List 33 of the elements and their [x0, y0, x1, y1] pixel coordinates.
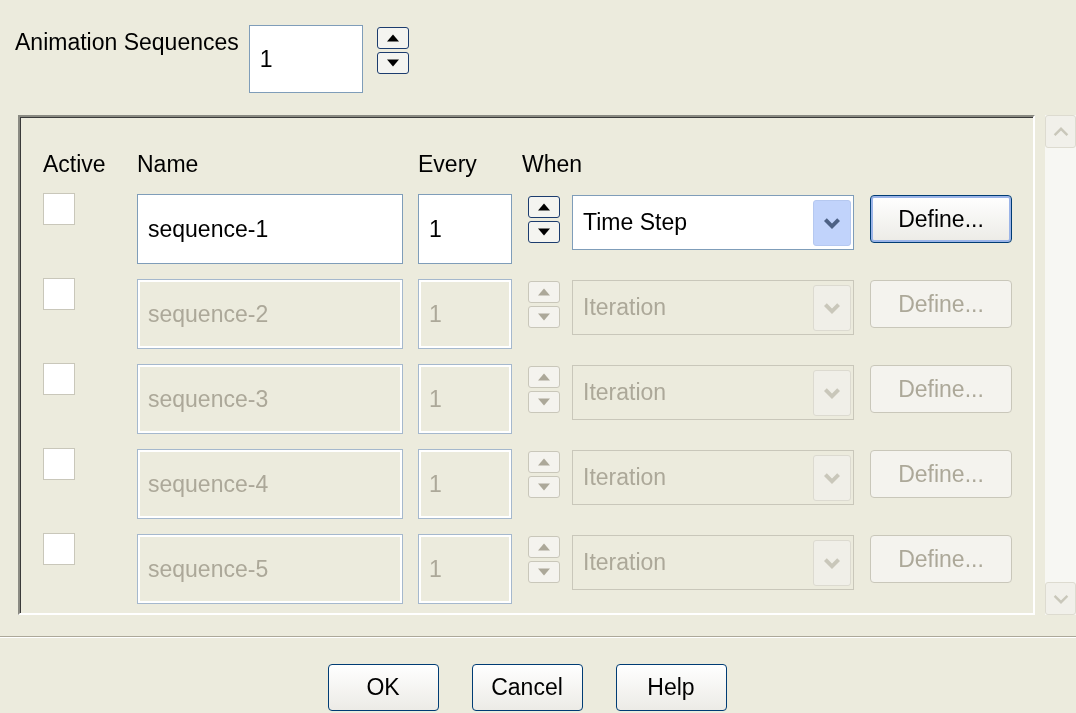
scrollbar[interactable]: [1045, 115, 1076, 615]
column-header: Name: [137, 150, 199, 178]
column-header: When: [522, 150, 583, 178]
spin-up-button[interactable]: [528, 196, 560, 218]
up-triangle-icon: [538, 543, 550, 551]
spin-down-button[interactable]: [376, 52, 409, 74]
name-field[interactable]: sequence-1: [137, 194, 403, 264]
up-triangle-icon: [386, 34, 399, 42]
down-triangle-icon: [538, 313, 550, 321]
when-dropdown[interactable]: Time Step: [572, 195, 854, 250]
scroll-up-icon[interactable]: [1045, 115, 1076, 148]
checkbox[interactable]: [43, 193, 75, 225]
define-button[interactable]: Define...: [870, 195, 1012, 243]
down-triangle-icon: [538, 483, 550, 491]
up-triangle-icon: [538, 203, 550, 211]
every-field[interactable]: 1: [418, 194, 512, 264]
down-triangle-icon: [538, 568, 550, 576]
column-header: Active: [43, 150, 106, 178]
spin-down-button[interactable]: [528, 221, 560, 243]
scroll-down-icon[interactable]: [1045, 582, 1076, 615]
down-triangle-icon: [538, 398, 550, 406]
dialog-button[interactable]: Cancel: [471, 664, 583, 711]
field-label: Animation Sequences: [15, 29, 239, 56]
spin-up-button[interactable]: [376, 27, 409, 49]
up-triangle-icon: [538, 288, 550, 296]
column-header: Every: [418, 150, 477, 178]
up-triangle-icon: [538, 373, 550, 381]
sequence-count-field[interactable]: 1: [248, 25, 363, 93]
down-triangle-icon: [538, 228, 550, 236]
dialog-button[interactable]: OK: [327, 664, 439, 711]
down-triangle-icon: [386, 59, 399, 67]
up-triangle-icon: [538, 458, 550, 466]
dialog-button[interactable]: Help: [615, 664, 727, 711]
